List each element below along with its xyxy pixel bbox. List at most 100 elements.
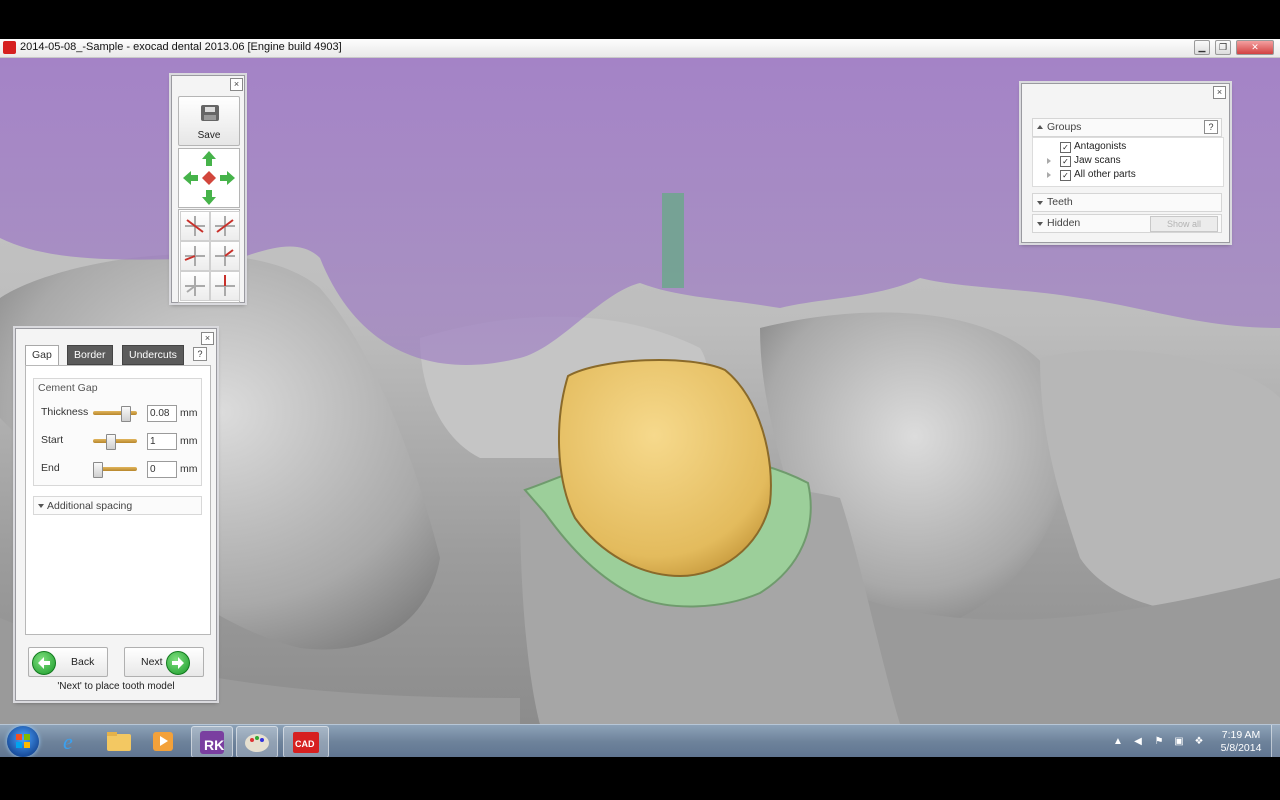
arrow-left-icon[interactable] bbox=[183, 171, 198, 185]
groups-header[interactable]: Groups ? bbox=[1032, 118, 1222, 137]
start-button[interactable] bbox=[7, 726, 39, 757]
network-icon[interactable]: ▣ bbox=[1173, 736, 1185, 747]
end-slider-thumb[interactable] bbox=[93, 462, 103, 478]
3d-viewport[interactable]: × Save × Gap Border Undercuts ? Cement G… bbox=[0, 58, 1280, 724]
close-window-button[interactable]: ✕ bbox=[1236, 40, 1274, 55]
taskbar-file-explorer[interactable] bbox=[99, 726, 139, 756]
groups-panel: × Groups ? ✓ Antagonists ✓ Jaw scans ✓ A… bbox=[1021, 83, 1230, 243]
end-input[interactable]: 0 bbox=[147, 461, 177, 478]
media-player-icon bbox=[153, 732, 173, 751]
teeth-header[interactable]: Teeth bbox=[1032, 193, 1222, 212]
folder-icon bbox=[107, 732, 131, 751]
tray-show-hidden-icon[interactable]: ▲ bbox=[1112, 736, 1124, 747]
save-button[interactable]: Save bbox=[178, 96, 240, 146]
additional-spacing-title: Additional spacing bbox=[47, 500, 133, 512]
rotate-icon bbox=[215, 216, 235, 236]
paint-palette-icon bbox=[245, 734, 269, 752]
taskbar-internet-explorer[interactable]: e bbox=[51, 726, 91, 756]
restore-button[interactable]: ❐ bbox=[1215, 40, 1231, 55]
window-titlebar[interactable]: 2014-05-08_-Sample - exocad dental 2013.… bbox=[0, 39, 1280, 58]
rotate-button-1[interactable] bbox=[180, 211, 210, 241]
groups-help-button[interactable]: ? bbox=[1204, 120, 1218, 134]
rotate-button-5[interactable] bbox=[180, 271, 210, 301]
minimize-icon: ▁ bbox=[1198, 42, 1206, 52]
rotate-icon bbox=[184, 246, 205, 266]
gap-help-button[interactable]: ? bbox=[193, 347, 207, 361]
tab-undercuts[interactable]: Undercuts bbox=[122, 345, 184, 365]
clock-time: 7:19 AM bbox=[1221, 729, 1261, 741]
view-toolbar-panel: × Save bbox=[171, 75, 245, 303]
internet-explorer-icon: e bbox=[63, 729, 73, 754]
all-other-parts-label: All other parts bbox=[1074, 169, 1136, 180]
save-disk-icon bbox=[201, 105, 219, 121]
all-other-parts-checkbox[interactable]: ✓ bbox=[1060, 170, 1071, 181]
windows-taskbar: e RK CAD ▲ ◀ ⚑ ▣ ❖ 7:19 AM 5/8/2014 bbox=[0, 724, 1280, 758]
expand-down-icon bbox=[1037, 201, 1043, 205]
letterbox-top bbox=[0, 0, 1280, 39]
end-unit: mm bbox=[180, 463, 198, 475]
thickness-slider-thumb[interactable] bbox=[121, 406, 132, 422]
expand-jaw-scans-icon[interactable] bbox=[1047, 158, 1051, 164]
hidden-title: Hidden bbox=[1047, 217, 1081, 229]
tab-gap[interactable]: Gap bbox=[25, 345, 59, 365]
rotate-icon bbox=[185, 216, 205, 236]
rotate-button-6[interactable] bbox=[210, 271, 240, 301]
next-hint-text: 'Next' to place tooth model bbox=[57, 681, 175, 692]
antagonists-checkbox[interactable]: ✓ bbox=[1060, 142, 1071, 153]
expand-other-parts-icon[interactable] bbox=[1047, 172, 1051, 178]
next-button[interactable]: Next bbox=[124, 647, 204, 677]
exocad-app-icon bbox=[3, 41, 16, 54]
jaw-scans-checkbox[interactable]: ✓ bbox=[1060, 156, 1071, 167]
move-arrows bbox=[183, 151, 235, 205]
start-slider-thumb[interactable] bbox=[105, 434, 116, 450]
clock-date: 5/8/2014 bbox=[1220, 742, 1262, 754]
back-button[interactable]: Back bbox=[28, 647, 108, 677]
expand-down-icon bbox=[1037, 222, 1043, 226]
additional-spacing-section[interactable]: Additional spacing bbox=[33, 496, 202, 515]
taskbar-media-player[interactable] bbox=[143, 726, 183, 756]
close-icon: ✕ bbox=[1251, 42, 1259, 52]
center-move-icon[interactable] bbox=[202, 171, 216, 185]
rotate-button-2[interactable] bbox=[210, 211, 240, 241]
rotate-button-3[interactable] bbox=[180, 241, 210, 271]
letterbox-bottom bbox=[0, 757, 1280, 800]
action-center-flag-icon[interactable]: ⚑ bbox=[1153, 736, 1165, 747]
taskbar-clock[interactable]: 7:19 AM 5/8/2014 bbox=[1212, 729, 1270, 755]
gap-tab-content: Cement Gap Thickness 0.08 mm Start 1 mm … bbox=[25, 365, 211, 635]
taskbar-paint[interactable] bbox=[236, 726, 278, 758]
exocad-dentalcad-icon: CAD bbox=[293, 732, 319, 753]
back-label: Back bbox=[71, 656, 95, 668]
end-label: End bbox=[41, 462, 60, 474]
arrow-right-icon[interactable] bbox=[220, 171, 235, 185]
svg-text:CAD: CAD bbox=[295, 739, 315, 749]
taskbar-rk-manager[interactable]: RK bbox=[191, 726, 233, 758]
gap-panel-close-button[interactable]: × bbox=[201, 332, 214, 345]
groups-title: Groups bbox=[1047, 121, 1082, 133]
hidden-header[interactable]: Hidden Show all bbox=[1032, 214, 1222, 233]
taskbar-exocad[interactable]: CAD bbox=[283, 726, 329, 758]
show-desktop-button[interactable] bbox=[1271, 725, 1280, 758]
back-arrow-icon bbox=[32, 651, 56, 675]
antagonists-label: Antagonists bbox=[1074, 141, 1127, 152]
thickness-label: Thickness bbox=[41, 406, 89, 418]
dropbox-icon[interactable]: ❖ bbox=[1193, 736, 1205, 747]
volume-icon[interactable]: ◀ bbox=[1132, 736, 1144, 747]
thickness-input[interactable]: 0.08 bbox=[147, 405, 177, 422]
toolbar-close-button[interactable]: × bbox=[230, 78, 243, 91]
thickness-unit: mm bbox=[180, 407, 198, 419]
show-all-button[interactable]: Show all bbox=[1150, 216, 1218, 232]
rotate-icon bbox=[215, 275, 235, 296]
marker-pin bbox=[662, 193, 684, 288]
arrow-up-icon[interactable] bbox=[202, 151, 216, 166]
tab-border[interactable]: Border bbox=[67, 345, 113, 365]
minimize-button[interactable]: ▁ bbox=[1194, 40, 1210, 55]
svg-text:e: e bbox=[63, 729, 73, 754]
next-arrow-icon bbox=[166, 651, 190, 675]
gap-settings-panel: × Gap Border Undercuts ? Cement Gap Thic… bbox=[15, 328, 217, 701]
rotate-buttons-group bbox=[178, 209, 240, 303]
arrow-down-icon[interactable] bbox=[202, 190, 216, 205]
groups-panel-close-button[interactable]: × bbox=[1213, 86, 1226, 99]
rotate-button-4[interactable] bbox=[210, 241, 240, 271]
collapse-up-icon bbox=[1037, 125, 1043, 129]
start-input[interactable]: 1 bbox=[147, 433, 177, 450]
